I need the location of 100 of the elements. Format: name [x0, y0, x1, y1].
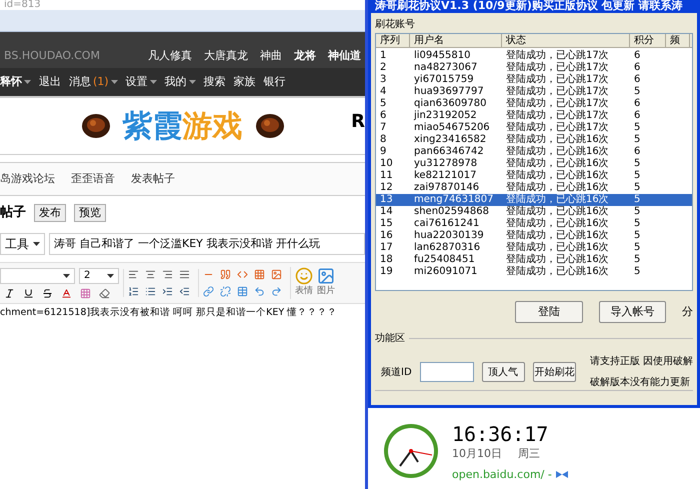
group-label: 刷花账号	[375, 19, 416, 31]
grid-icon[interactable]	[254, 269, 265, 280]
account-row[interactable]: 7 miao54675206 登陆成功，已心跳17次 5	[376, 122, 692, 134]
function-button[interactable]: 顶人气	[482, 362, 525, 382]
align-left-icon[interactable]	[128, 269, 139, 280]
table-cell-text: yi67015759	[413, 74, 475, 86]
image-icon[interactable]	[271, 269, 282, 280]
breadcrumb-link[interactable]: 发表帖子	[131, 170, 175, 188]
menu-item[interactable]: 释怀	[0, 74, 31, 90]
account-row[interactable]: 17 lan62870316 登陆成功，已心跳16次 5	[376, 242, 692, 254]
table-cell-text: 5	[633, 122, 642, 134]
table-cell-text: 登陆成功，已心跳16次	[505, 158, 610, 170]
indent-icon[interactable]	[162, 286, 173, 297]
account-row[interactable]: 16 hua22030139 登陆成功，已心跳16次 5	[376, 230, 692, 242]
post-button[interactable]: 发布	[34, 204, 66, 222]
account-row[interactable]: 3 yi67015759 登陆成功，已心跳17次 6	[376, 74, 692, 86]
game-link[interactable]: 凡人修真	[148, 48, 192, 64]
align-justify-icon[interactable]	[179, 269, 190, 280]
action-button[interactable]: 导入帐号	[598, 301, 666, 323]
account-row[interactable]: 14 shen02594868 登陆成功，已心跳16次 5	[376, 206, 692, 218]
account-row[interactable]: 9 pan66346742 登陆成功，已心跳16次 6	[376, 146, 692, 158]
editor-text[interactable]: chment=6121518]我表示没有被和谐 呵呵 那只是和谐一个KEY 懂？？？？	[0, 304, 365, 320]
table-cell-text: 18	[379, 254, 394, 266]
menu-item[interactable]: 搜索	[204, 74, 226, 90]
column-header[interactable]: 用户名	[410, 34, 502, 47]
table-cell-text: 3	[379, 74, 388, 86]
game-link[interactable]: 神仙道	[328, 48, 361, 64]
italic-icon[interactable]	[4, 288, 15, 298]
function-button[interactable]: 开始刷花	[532, 362, 576, 382]
post-button[interactable]: 预览	[74, 204, 106, 222]
account-row[interactable]: 10 yu31278978 登陆成功，已心跳16次 5	[376, 158, 692, 170]
category-select[interactable]: 工具	[0, 233, 45, 255]
unlink-icon[interactable]	[220, 286, 231, 297]
source-link[interactable]: open.baidu.com/ -	[452, 466, 552, 483]
strikethrough-icon[interactable]	[42, 288, 53, 298]
account-row[interactable]: 2 na48273067 登陆成功，已心跳17次 6	[376, 62, 692, 74]
action-button[interactable]: 分	[682, 304, 693, 320]
table-cell-text: 5	[633, 206, 642, 218]
table-cell-text: 6	[633, 146, 642, 158]
channel-field[interactable]	[420, 362, 474, 382]
text-color-icon[interactable]	[61, 288, 72, 298]
game-link[interactable]: 大唐真龙	[204, 48, 248, 64]
table-cell-text: 5	[633, 266, 642, 278]
account-row[interactable]: 19 mi26091071 登陆成功，已心跳16次 5	[376, 266, 692, 278]
account-row[interactable]: 11 ke82121017 登陆成功，已心跳16次 5	[376, 170, 692, 182]
size-select[interactable]: 2	[79, 268, 119, 284]
smiley-button[interactable]: 表情	[290, 267, 313, 299]
table-cell-text: 登陆成功，已心跳16次	[505, 182, 610, 194]
subject-field[interactable]: 涛哥 自己和谐了 一个泛滥KEY 我表示没和谐 开什么玩	[49, 233, 365, 255]
table-cell-text: 6	[633, 98, 642, 110]
highlight-icon[interactable]	[80, 288, 91, 298]
bullet-list-icon[interactable]	[145, 286, 156, 297]
quote-icon[interactable]	[220, 269, 231, 280]
column-header[interactable]: 积分	[630, 34, 666, 47]
align-center-icon[interactable]	[145, 269, 156, 280]
table-cell-text: 1	[379, 50, 388, 62]
undo-icon[interactable]	[254, 286, 265, 297]
caret-icon	[110, 80, 118, 84]
image-button[interactable]: 图片	[317, 267, 335, 299]
column-header[interactable]: 状态	[502, 34, 630, 47]
table-icon[interactable]	[237, 286, 248, 297]
account-row[interactable]: 18 fu25408451 登陆成功，已心跳16次 5	[376, 254, 692, 266]
table-cell-text: 19	[379, 266, 394, 278]
redo-icon[interactable]	[271, 286, 282, 297]
breadcrumb-link[interactable]: 岛游戏论坛	[0, 170, 55, 188]
game-link[interactable]: 龙将	[294, 48, 316, 64]
eraser-icon[interactable]	[99, 288, 110, 298]
column-header[interactable]: 序列	[376, 34, 410, 47]
menu-item[interactable]: 消息 (1)	[69, 74, 118, 90]
link-icon[interactable]	[203, 286, 214, 297]
account-row[interactable]: 8 xing23416582 登陆成功，已心跳16次 5	[376, 134, 692, 146]
ordered-list-icon[interactable]	[128, 286, 139, 297]
menu-item[interactable]: 退出	[39, 74, 61, 90]
code-icon[interactable]	[237, 269, 248, 280]
menu-item[interactable]: 家族	[234, 74, 256, 90]
menu-item[interactable]: 设置	[126, 74, 157, 90]
column-header[interactable]: 频	[666, 34, 690, 47]
account-row[interactable]: 1 li09455810 登陆成功，已心跳17次 6	[376, 50, 692, 62]
underline-icon[interactable]	[23, 288, 34, 298]
game-link[interactable]: 神曲	[260, 48, 282, 64]
menu-item[interactable]: 我的	[164, 74, 196, 90]
account-row[interactable]: 15 cai76161241 登陆成功，已心跳16次 5	[376, 218, 692, 230]
table-cell-text: 5	[633, 242, 642, 254]
caret-icon	[24, 80, 31, 84]
account-row[interactable]: 5 qian63609780 登陆成功，已心跳17次 6	[376, 98, 692, 110]
clock-weekday: 周三	[518, 446, 540, 462]
account-row[interactable]: 4 hua93697797 登陆成功，已心跳17次 5	[376, 86, 692, 98]
account-row[interactable]: 6 jin23192052 登陆成功，已心跳17次 6	[376, 110, 692, 122]
table-cell-text: zai97870146	[413, 182, 480, 194]
menu-item[interactable]: 银行	[264, 74, 286, 90]
outdent-icon[interactable]	[179, 286, 190, 297]
action-button[interactable]: 登陆	[515, 301, 582, 323]
align-right-icon[interactable]	[162, 269, 173, 280]
clock-icon	[382, 422, 440, 480]
table-cell-text: 14	[379, 206, 394, 218]
table-cell-text: 17	[379, 242, 394, 254]
account-row[interactable]: 13 meng74631807 登陆成功，已心跳16次 5	[376, 194, 692, 206]
table-cell-text: 6	[633, 74, 642, 86]
account-row[interactable]: 12 zai97870146 登陆成功，已心跳16次 5	[376, 182, 692, 194]
breadcrumb-link[interactable]: 歪歪语音	[71, 170, 115, 188]
